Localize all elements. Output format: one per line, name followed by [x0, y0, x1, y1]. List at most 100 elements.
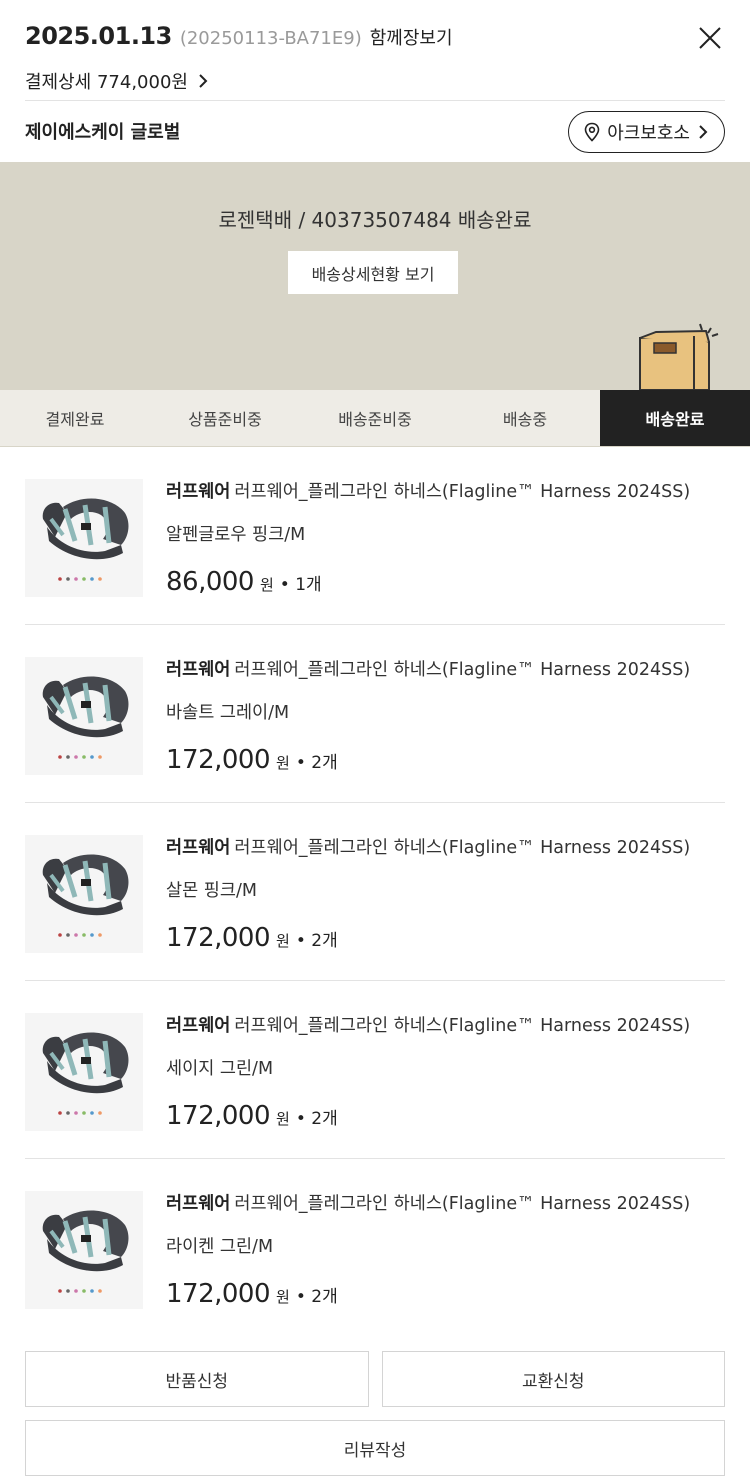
item-quantity: • 2개 — [295, 753, 338, 773]
harness-image — [42, 1210, 129, 1293]
color-swatch-dot — [74, 1111, 78, 1115]
item-info: 러프웨어 러프웨어_플레그라인 하네스(Flagline™ Harness 202… — [166, 1013, 725, 1131]
item-name: 러프웨어_플레그라인 하네스(Flagline™ Harness 2024SS) — [234, 838, 691, 858]
payment-detail-label: 결제상세 774,000원 — [25, 72, 188, 93]
harness-image — [42, 1032, 129, 1115]
item-brand: 러프웨어 — [166, 838, 231, 858]
color-swatch-dot — [74, 755, 78, 759]
step-payment-complete: 결제완료 — [45, 410, 105, 429]
item-option: 살몬 핑크/M — [166, 881, 257, 901]
store-button-label: 아크보호소 — [607, 123, 690, 144]
color-swatch-dot — [74, 577, 78, 581]
item-option: 세이지 그린/M — [166, 1059, 274, 1079]
seller-name: 제이에스케이 글로벌 — [25, 122, 181, 143]
harness-image — [42, 498, 129, 581]
item-quantity: • 1개 — [279, 575, 322, 595]
shipping-detail-button[interactable]: 배송상세현황 보기 — [288, 251, 458, 294]
list-item[interactable]: 러프웨어 러프웨어_플레그라인 하네스(Flagline™ Harness 202… — [25, 803, 725, 981]
shipping-status-banner: 로젠택배 / 40373507484 배송완료 배송상세현황 보기 — [0, 162, 750, 390]
payment-detail-link[interactable]: 결제상세 774,000원 — [25, 68, 208, 94]
location-pin-icon — [584, 122, 600, 142]
item-price-row: 172,000 원 • 2개 — [166, 745, 725, 775]
chevron-right-icon — [199, 74, 208, 88]
color-swatch-dot — [90, 1111, 94, 1115]
color-swatch-dot — [82, 577, 86, 581]
color-swatch-dot — [98, 577, 102, 581]
shipping-status-text: 로젠택배 / 40373507484 배송완료 — [218, 208, 532, 232]
item-info: 러프웨어 러프웨어_플레그라인 하네스(Flagline™ Harness 202… — [166, 835, 725, 953]
order-header: 2025.01.13 (20250113-BA71E9) 함께장보기 결제상세 … — [0, 0, 750, 162]
review-button-row: 리뷰작성 — [25, 1420, 725, 1476]
color-swatch-dot — [90, 755, 94, 759]
item-currency: 원 — [276, 1288, 290, 1306]
color-swatch-dot — [82, 1289, 86, 1293]
color-swatch-dot — [74, 933, 78, 937]
item-price-row: 172,000 원 • 2개 — [166, 1279, 725, 1309]
order-date-row: 2025.01.13 (20250113-BA71E9) 함께장보기 — [25, 22, 453, 50]
list-item[interactable]: 러프웨어 러프웨어_플레그라인 하네스(Flagline™ Harness 202… — [25, 981, 725, 1159]
item-brand: 러프웨어 — [166, 1016, 231, 1036]
header-divider — [25, 100, 725, 101]
item-currency: 원 — [276, 754, 290, 772]
color-swatch-dot — [98, 1111, 102, 1115]
color-swatch-dot — [82, 933, 86, 937]
order-number: (20250113-BA71E9) — [179, 28, 362, 49]
color-swatch-dot — [82, 755, 86, 759]
chevron-right-icon — [699, 125, 708, 139]
color-swatch-dot — [58, 1111, 62, 1115]
item-info: 러프웨어 러프웨어_플레그라인 하네스(Flagline™ Harness 202… — [166, 657, 725, 775]
exchange-request-button[interactable]: 교환신청 — [381, 1351, 725, 1407]
color-swatch-dot — [58, 577, 62, 581]
item-currency: 원 — [259, 576, 274, 594]
color-swatch-dot — [82, 1111, 86, 1115]
item-price: 86,000 — [166, 567, 254, 597]
step-delivered: 배송완료 — [600, 390, 750, 446]
item-option: 바솔트 그레이/M — [166, 703, 290, 723]
harness-image — [42, 854, 129, 937]
write-review-button[interactable]: 리뷰작성 — [25, 1420, 725, 1476]
color-swatch-dot — [98, 933, 102, 937]
item-price-row: 86,000 원 • 1개 — [166, 567, 725, 597]
return-request-button[interactable]: 반품신청 — [25, 1351, 369, 1407]
item-quantity: • 2개 — [295, 1287, 338, 1307]
color-swatch-dot — [66, 755, 70, 759]
item-brand: 러프웨어 — [166, 482, 231, 502]
product-thumbnail[interactable] — [25, 657, 143, 775]
view-together-link[interactable]: 함께장보기 — [370, 24, 453, 50]
color-swatch-dot — [98, 1289, 102, 1293]
item-price: 172,000 — [166, 745, 271, 775]
store-button[interactable]: 아크보호소 — [568, 111, 725, 153]
step-preparing-shipment: 배송준비중 — [338, 410, 412, 429]
product-thumbnail[interactable] — [25, 1191, 143, 1309]
item-info: 러프웨어 러프웨어_플레그라인 하네스(Flagline™ Harness 202… — [166, 479, 725, 597]
item-currency: 원 — [276, 932, 290, 950]
item-title: 러프웨어 러프웨어_플레그라인 하네스(Flagline™ Harness 202… — [166, 1013, 725, 1039]
color-swatch-dot — [66, 933, 70, 937]
color-swatch-dot — [98, 755, 102, 759]
item-title: 러프웨어 러프웨어_플레그라인 하네스(Flagline™ Harness 202… — [166, 835, 725, 861]
harness-image — [42, 676, 129, 759]
step-preparing-product: 상품준비중 — [188, 410, 262, 429]
list-item[interactable]: 러프웨어 러프웨어_플레그라인 하네스(Flagline™ Harness 202… — [25, 447, 725, 625]
item-name: 러프웨어_플레그라인 하네스(Flagline™ Harness 2024SS) — [234, 660, 691, 680]
order-date: 2025.01.13 — [25, 22, 172, 50]
item-option: 알펜글로우 핑크/M — [166, 525, 306, 545]
list-item[interactable]: 러프웨어 러프웨어_플레그라인 하네스(Flagline™ Harness 202… — [25, 625, 725, 803]
item-name: 러프웨어_플레그라인 하네스(Flagline™ Harness 2024SS) — [234, 482, 691, 502]
item-name: 러프웨어_플레그라인 하네스(Flagline™ Harness 2024SS) — [234, 1194, 691, 1214]
item-title: 러프웨어 러프웨어_플레그라인 하네스(Flagline™ Harness 202… — [166, 479, 725, 505]
product-thumbnail[interactable] — [25, 1013, 143, 1131]
action-button-row: 반품신청 교환신청 — [25, 1351, 725, 1407]
close-icon[interactable] — [698, 26, 722, 50]
item-title: 러프웨어 러프웨어_플레그라인 하네스(Flagline™ Harness 202… — [166, 1191, 725, 1217]
color-swatch-dot — [66, 1289, 70, 1293]
step-in-transit: 배송중 — [502, 410, 548, 429]
product-thumbnail[interactable] — [25, 479, 143, 597]
item-brand: 러프웨어 — [166, 1194, 231, 1214]
product-thumbnail[interactable] — [25, 835, 143, 953]
list-item[interactable]: 러프웨어 러프웨어_플레그라인 하네스(Flagline™ Harness 202… — [25, 1159, 725, 1337]
item-price-row: 172,000 원 • 2개 — [166, 1101, 725, 1131]
item-price: 172,000 — [166, 923, 271, 953]
item-price: 172,000 — [166, 1101, 271, 1131]
item-price-row: 172,000 원 • 2개 — [166, 923, 725, 953]
